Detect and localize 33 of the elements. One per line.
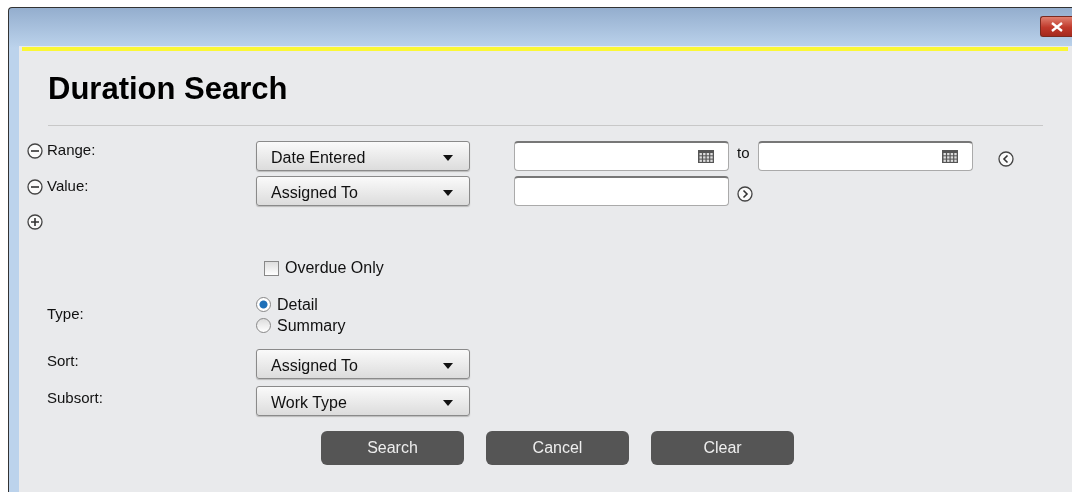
- action-button[interactable]: Clear: [651, 431, 794, 465]
- action-button[interactable]: Search: [321, 431, 464, 465]
- date-field[interactable]: [514, 140, 729, 171]
- type-radio[interactable]: Detail: [256, 294, 346, 315]
- type-label: Type:: [47, 304, 85, 322]
- caret-icon: [443, 400, 453, 406]
- value-field[interactable]: [514, 176, 729, 206]
- date-field[interactable]: [757, 140, 973, 171]
- dropdown[interactable]: Date Entered: [256, 140, 470, 171]
- calendar-icon[interactable]: [941, 149, 958, 163]
- type-radio[interactable]: Summary: [256, 315, 346, 336]
- caret-icon: [443, 154, 453, 161]
- remove-icon[interactable]: [27, 143, 43, 159]
- dialog-heading: Duration Search: [48, 71, 289, 107]
- close-icon: [1050, 21, 1063, 32]
- remove-icon[interactable]: [27, 179, 43, 195]
- chevron-right-icon[interactable]: [737, 186, 753, 202]
- overdue-checkbox[interactable]: Overdue Only: [264, 257, 384, 279]
- chevron-left-icon[interactable]: [997, 151, 1014, 167]
- dropdown[interactable]: Work Type: [256, 386, 470, 416]
- caret-icon: [443, 190, 453, 196]
- criterion-label: Value:: [47, 176, 90, 194]
- action-button[interactable]: Cancel: [486, 431, 629, 465]
- criterion-label: Range:: [47, 140, 97, 158]
- sort-label: Sort:: [47, 351, 80, 369]
- caret-icon: [443, 363, 453, 369]
- add-icon[interactable]: [27, 214, 43, 230]
- connector-label: to: [737, 143, 750, 161]
- calendar-icon[interactable]: [698, 149, 714, 163]
- close-button[interactable]: [1040, 16, 1072, 37]
- dropdown[interactable]: Assigned To: [256, 176, 470, 206]
- sort-label: Subsort:: [47, 388, 104, 406]
- dropdown[interactable]: Assigned To: [256, 349, 470, 379]
